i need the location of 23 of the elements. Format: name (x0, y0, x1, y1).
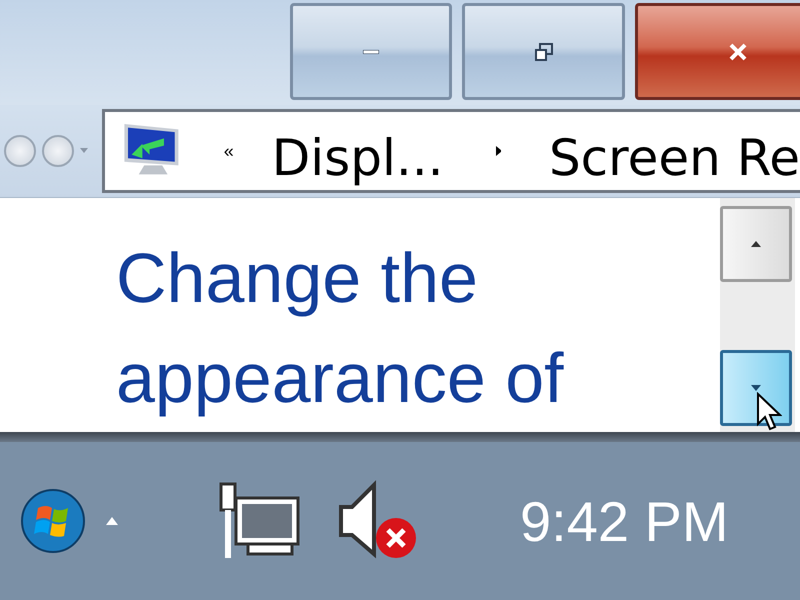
show-hidden-icons-icon (106, 517, 118, 525)
scroll-down-button[interactable] (720, 350, 792, 426)
page-heading: Change the appearance of (116, 238, 565, 419)
back-button[interactable] (4, 135, 36, 167)
restore-button[interactable] (462, 3, 625, 100)
network-icon (218, 481, 302, 561)
separator-arrow-icon (496, 146, 501, 156)
up-arrow-icon (751, 241, 761, 247)
close-button[interactable] (635, 3, 800, 100)
scroll-up-button[interactable] (720, 206, 792, 282)
cursor-icon (756, 392, 782, 432)
forward-button[interactable] (42, 135, 74, 167)
minimize-icon (363, 50, 379, 54)
minimize-button[interactable] (290, 3, 452, 100)
restore-icon (534, 42, 552, 60)
breadcrumb[interactable]: Displ... (272, 129, 444, 187)
close-icon (728, 42, 746, 60)
overflow-chevron[interactable]: « (224, 140, 234, 162)
start-button[interactable] (20, 488, 86, 554)
down-arrow-icon (751, 385, 761, 391)
address-bar[interactable]: « Displ... Screen Re (102, 109, 800, 193)
dropdown-icon (80, 148, 88, 154)
breadcrumb[interactable]: Screen Re (548, 129, 800, 187)
